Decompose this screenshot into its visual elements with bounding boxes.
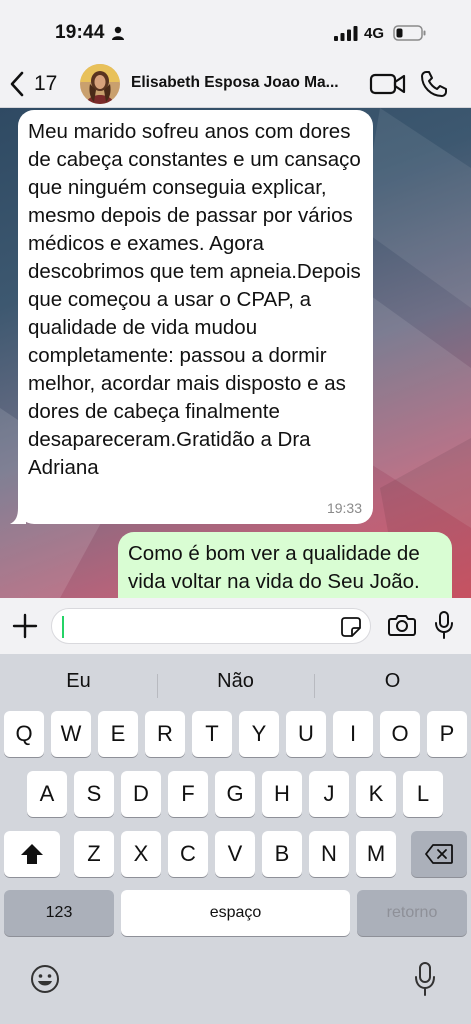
back-chevron-icon — [10, 71, 24, 97]
message-input[interactable] — [51, 608, 371, 644]
delete-icon — [425, 844, 453, 864]
key-k[interactable]: K — [356, 771, 396, 817]
numbers-key[interactable]: 123 — [4, 890, 114, 936]
avatar[interactable] — [80, 64, 120, 104]
key-v[interactable]: V — [215, 831, 255, 877]
key-z[interactable]: Z — [74, 831, 114, 877]
network-type: 4G — [364, 25, 385, 42]
suggestion-bar: Eu Não O — [0, 662, 471, 702]
status-bar: 19:44 4G — [0, 0, 471, 60]
person-icon — [112, 26, 124, 40]
key-e[interactable]: E — [98, 711, 138, 757]
contact-name[interactable]: Elisabeth Esposa Joao Ma... — [131, 74, 341, 92]
message-text: Como é bom ver a qualidade de vida volta… — [128, 542, 420, 593]
outgoing-message[interactable]: Como é bom ver a qualidade de vida volta… — [118, 532, 452, 598]
dictation-icon[interactable] — [414, 962, 436, 996]
bubble-tail — [10, 508, 26, 524]
microphone-icon[interactable] — [434, 611, 454, 639]
key-u[interactable]: U — [286, 711, 326, 757]
key-d[interactable]: D — [121, 771, 161, 817]
status-time: 19:44 — [55, 22, 105, 43]
key-t[interactable]: T — [192, 711, 232, 757]
key-p[interactable]: P — [427, 711, 467, 757]
emoji-icon[interactable] — [30, 964, 60, 994]
key-g[interactable]: G — [215, 771, 255, 817]
signal-icon — [334, 26, 358, 41]
contact-photo — [80, 64, 120, 104]
unread-count: 17 — [34, 72, 58, 95]
suggestion-2[interactable]: Não — [157, 670, 314, 693]
return-key[interactable]: retorno — [357, 890, 467, 936]
key-m[interactable]: M — [356, 831, 396, 877]
key-i[interactable]: I — [333, 711, 373, 757]
phone-icon[interactable] — [419, 69, 449, 99]
shift-icon — [21, 844, 43, 864]
chat-header: 17 Elisabeth Esposa Joao Ma... — [0, 60, 471, 108]
input-bar — [0, 598, 471, 654]
camera-icon[interactable] — [388, 613, 416, 637]
key-a[interactable]: A — [27, 771, 67, 817]
key-n[interactable]: N — [309, 831, 349, 877]
suggestion-3[interactable]: O — [314, 670, 471, 693]
plus-icon[interactable] — [11, 612, 39, 640]
video-call-icon[interactable] — [369, 71, 407, 97]
battery-icon — [393, 25, 426, 41]
key-q[interactable]: Q — [4, 711, 44, 757]
message-time: 19:33 — [326, 500, 362, 516]
key-y[interactable]: Y — [239, 711, 279, 757]
back-button[interactable]: 17 — [10, 66, 57, 102]
key-l[interactable]: L — [403, 771, 443, 817]
key-f[interactable]: F — [168, 771, 208, 817]
key-x[interactable]: X — [121, 831, 161, 877]
text-caret — [62, 616, 64, 638]
key-b[interactable]: B — [262, 831, 302, 877]
key-o[interactable]: O — [380, 711, 420, 757]
key-j[interactable]: J — [309, 771, 349, 817]
shift-key[interactable] — [4, 831, 60, 877]
message-text: Meu marido sofreu anos com dores de cabe… — [28, 120, 361, 479]
incoming-message[interactable]: Meu marido sofreu anos com dores de cabe… — [10, 110, 373, 524]
chat-area[interactable]: Meu marido sofreu anos com dores de cabe… — [0, 108, 471, 598]
sticker-icon[interactable] — [341, 617, 361, 637]
key-s[interactable]: S — [74, 771, 114, 817]
key-w[interactable]: W — [51, 711, 91, 757]
space-key[interactable]: espaço — [121, 890, 350, 936]
key-h[interactable]: H — [262, 771, 302, 817]
key-r[interactable]: R — [145, 711, 185, 757]
suggestion-1[interactable]: Eu — [0, 670, 157, 693]
keyboard: Eu Não O Q W E R T Y U I O P A S D F G H… — [0, 654, 471, 1024]
delete-key[interactable] — [411, 831, 467, 877]
key-c[interactable]: C — [168, 831, 208, 877]
